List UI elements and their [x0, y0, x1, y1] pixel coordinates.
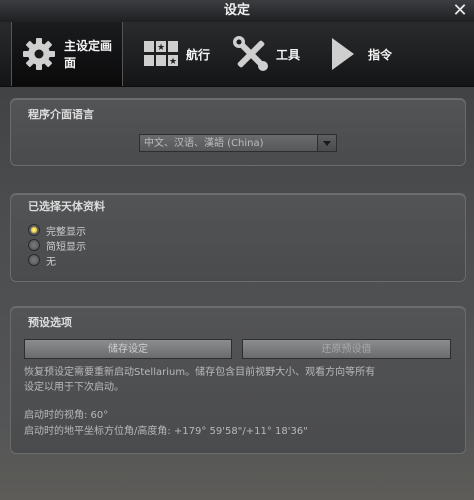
star-panels-icon: ★ ★: [142, 39, 180, 69]
play-icon: [330, 36, 356, 72]
radio-label: 简短显示: [46, 241, 86, 253]
restore-defaults-button[interactable]: 还原预设值: [242, 339, 451, 359]
close-button[interactable]: ✕: [452, 0, 468, 22]
defaults-panel: 预设选项 储存设定 还原预设值 恢复预设定需要重新启动Stellarium。储存…: [10, 306, 466, 454]
startup-fov-text: 启动时的视角: 60°: [24, 410, 109, 421]
tab-navigation-label: 航行: [186, 47, 211, 62]
svg-text:★: ★: [157, 43, 165, 53]
tab-commands[interactable]: 指令: [330, 22, 410, 86]
radio-button[interactable]: [28, 239, 40, 251]
language-panel: 程序介面语言 中文、汉语、漢語 (China): [10, 98, 466, 166]
save-settings-button[interactable]: 储存设定: [24, 339, 232, 359]
radio-label: 完整显示: [46, 226, 86, 238]
restart-note-line1: 恢复预设定需要重新启动Stellarium。储存包含目前视野大小、观看方向等所有: [24, 367, 376, 378]
radio-label: 无: [46, 256, 56, 268]
language-panel-title: 程序介面语言: [28, 108, 94, 121]
tab-tools-label: 工具: [276, 47, 301, 62]
window-title: 设定: [223, 3, 250, 18]
tools-icon: [232, 35, 270, 73]
tab-main[interactable]: 主设定画面: [11, 22, 123, 86]
title-bar: 设定 ✕: [0, 0, 474, 22]
radio-button[interactable]: [28, 254, 40, 266]
tab-navigation[interactable]: ★ ★ 航行: [142, 22, 222, 86]
svg-text:★: ★: [169, 57, 177, 67]
gear-icon: [20, 35, 58, 73]
tab-tools[interactable]: 工具: [232, 22, 312, 86]
language-select-value: 中文、汉语、漢語 (China): [144, 138, 264, 149]
tab-toolbar: 主设定画面 ★ ★ 航行 工具 指令: [0, 22, 474, 87]
radio-button[interactable]: [28, 224, 40, 236]
restart-note-line2: 设定以用于下次启动。: [24, 382, 124, 393]
defaults-panel-title: 预设选项: [28, 316, 72, 329]
chevron-down-icon: [317, 135, 336, 151]
tab-commands-label: 指令: [368, 47, 393, 62]
sky-info-panel-title: 已选择天体资料: [28, 200, 105, 213]
sky-info-panel: 已选择天体资料 完整显示 简短显示 无: [10, 193, 466, 282]
radio-none[interactable]: 无: [28, 253, 56, 268]
language-select[interactable]: 中文、汉语、漢語 (China): [139, 134, 337, 152]
radio-full-display[interactable]: 完整显示: [28, 223, 86, 238]
startup-direction-text: 启动时的地平坐标方位角/高度角: +179° 59'58"/+11° 18'36…: [24, 426, 308, 437]
tab-main-label: 主设定画面: [64, 39, 113, 70]
radio-short-display[interactable]: 简短显示: [28, 238, 86, 253]
